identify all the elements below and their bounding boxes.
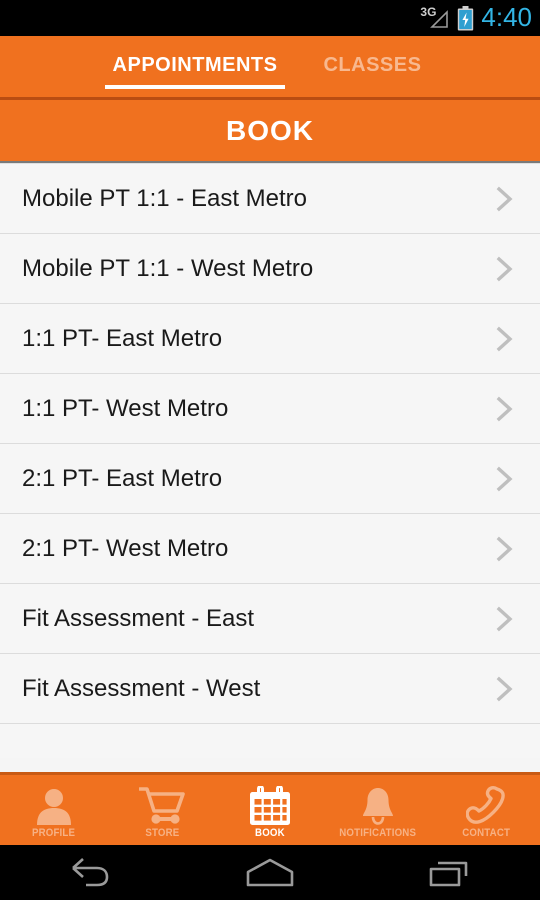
list-item-label: Mobile PT 1:1 - West Metro (22, 254, 314, 282)
list-item[interactable]: Mobile PT 1:1 - West Metro (0, 234, 540, 304)
list-item-label: 2:1 PT- West Metro (22, 534, 229, 562)
list-item[interactable]: 1:1 PT- East Metro (0, 304, 540, 374)
android-system-nav-bar (0, 845, 540, 900)
bottom-nav-notifications[interactable]: NOTIFICATIONS (324, 775, 432, 845)
list-item-label: Fit Assessment - East (22, 604, 255, 632)
bottom-nav-contact[interactable]: CONTACT (432, 775, 540, 845)
list-item[interactable]: Fit Assessment - East (0, 584, 540, 654)
bottom-nav-label: CONTACT (462, 826, 510, 839)
list-item-label: Fit Assessment - West (22, 674, 261, 702)
recents-icon (429, 861, 468, 886)
bottom-nav-label: STORE (144, 826, 180, 839)
bottom-navigation-bar: PROFILE STORE BOOK NOTIFICATIONS CONTACT (0, 772, 540, 845)
chevron-right-icon (496, 606, 513, 631)
status-bar: 3G 4:40 (0, 0, 540, 36)
bottom-nav-label: NOTIFICATIONS (339, 826, 417, 839)
list-item[interactable]: 2:1 PT- West Metro (0, 514, 540, 584)
section-header-book: BOOK (0, 100, 540, 163)
list-item[interactable]: 1:1 PT- West Metro (0, 374, 540, 444)
list-item-label: 1:1 PT- West Metro (22, 394, 229, 422)
tab-classes[interactable]: CLASSES (297, 36, 447, 77)
list-item-label: Mobile PT 1:1 - East Metro (22, 184, 307, 212)
bottom-nav-book[interactable]: BOOK (216, 775, 324, 845)
android-recents-button[interactable] (360, 856, 540, 890)
tab-appointments[interactable]: APPOINTMENTS (93, 36, 298, 89)
list-item-partial[interactable] (0, 724, 540, 758)
chevron-right-icon (496, 396, 513, 421)
calendar-icon (249, 785, 291, 826)
chevron-right-icon (496, 256, 513, 281)
bottom-nav-label: BOOK (255, 826, 285, 839)
booking-options-list[interactable]: Mobile PT 1:1 - East Metro Mobile PT 1:1… (0, 163, 540, 772)
signal-triangle-icon (430, 10, 449, 28)
top-tab-bar: APPOINTMENTS CLASSES (0, 36, 540, 100)
chevron-right-icon (496, 466, 513, 491)
person-icon (34, 786, 74, 826)
list-item[interactable]: Mobile PT 1:1 - East Metro (0, 164, 540, 234)
battery-charging-icon (457, 5, 474, 31)
list-item[interactable]: Fit Assessment - West (0, 654, 540, 724)
bottom-nav-label: PROFILE (32, 826, 76, 839)
chevron-right-icon (496, 186, 513, 211)
phone-icon (466, 785, 506, 826)
back-icon (72, 857, 109, 886)
chevron-right-icon (496, 536, 513, 561)
android-back-button[interactable] (0, 856, 180, 890)
android-home-button[interactable] (180, 856, 360, 890)
bottom-nav-profile[interactable]: PROFILE (0, 775, 108, 845)
phone-screen: 3G 4:40 APPOINTMENTS CLASSES BOOK Mobile… (0, 0, 540, 900)
home-icon (246, 858, 294, 886)
cart-icon (139, 786, 185, 826)
chevron-right-icon (496, 676, 513, 701)
bottom-nav-store[interactable]: STORE (108, 775, 216, 845)
chevron-right-icon (496, 326, 513, 351)
bell-icon (358, 786, 398, 826)
clock-label: 4:40 (481, 2, 532, 32)
list-item-label: 2:1 PT- East Metro (22, 464, 223, 492)
signal-strength-icon: 3G (420, 6, 450, 30)
list-item-label: 1:1 PT- East Metro (22, 324, 223, 352)
list-item[interactable]: 2:1 PT- East Metro (0, 444, 540, 514)
